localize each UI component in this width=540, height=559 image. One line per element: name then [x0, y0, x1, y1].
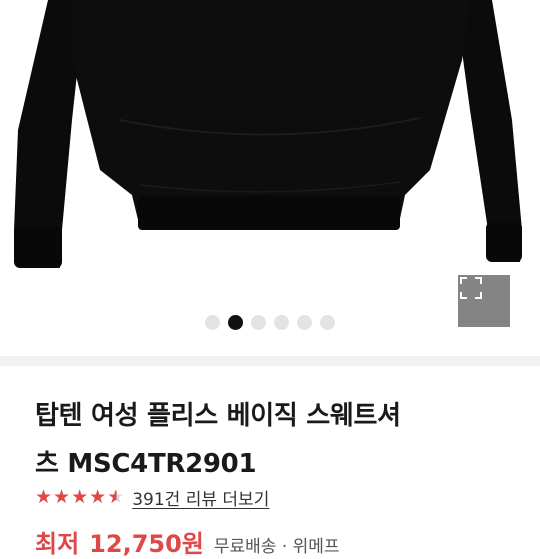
rating-row: ★ ★ ★ ★ ★ 391건 리뷰 더보기 [35, 484, 269, 510]
price-value: 12,750원 [89, 530, 204, 558]
half-star-icon: ★ [107, 485, 125, 508]
carousel-dot[interactable] [205, 314, 220, 330]
review-link[interactable]: 391건 리뷰 더보기 [132, 485, 269, 510]
star-icon: ★ [35, 485, 53, 508]
star-icon: ★ [71, 485, 89, 508]
carousel-dots[interactable] [0, 313, 540, 331]
rating-stars: ★ ★ ★ ★ ★ [35, 485, 125, 508]
shipping-info: 무료배송 · 위메프 [213, 537, 340, 557]
product-title: 탑텐 여성 플리스 베이직 스웨트셔 츠 MSC4TR2901 [35, 392, 505, 488]
carousel-dot[interactable] [320, 314, 335, 330]
carousel-dot[interactable] [251, 314, 266, 330]
carousel-dot[interactable] [297, 314, 312, 330]
section-divider [0, 356, 540, 366]
expand-icon [460, 277, 482, 299]
product-title-line: 츠 MSC4TR2901 [35, 449, 257, 479]
carousel-dot-active[interactable] [228, 314, 243, 330]
price-row: 최저 12,750원 무료배송 · 위메프 [35, 524, 340, 559]
product-image[interactable] [0, 0, 540, 355]
star-icon: ★ [53, 485, 71, 508]
product-title-line: 탑텐 여성 플리스 베이직 스웨트셔 [35, 401, 401, 431]
star-icon: ★ [89, 485, 107, 508]
price-label: 최저 [35, 530, 80, 558]
carousel-dot[interactable] [274, 314, 289, 330]
